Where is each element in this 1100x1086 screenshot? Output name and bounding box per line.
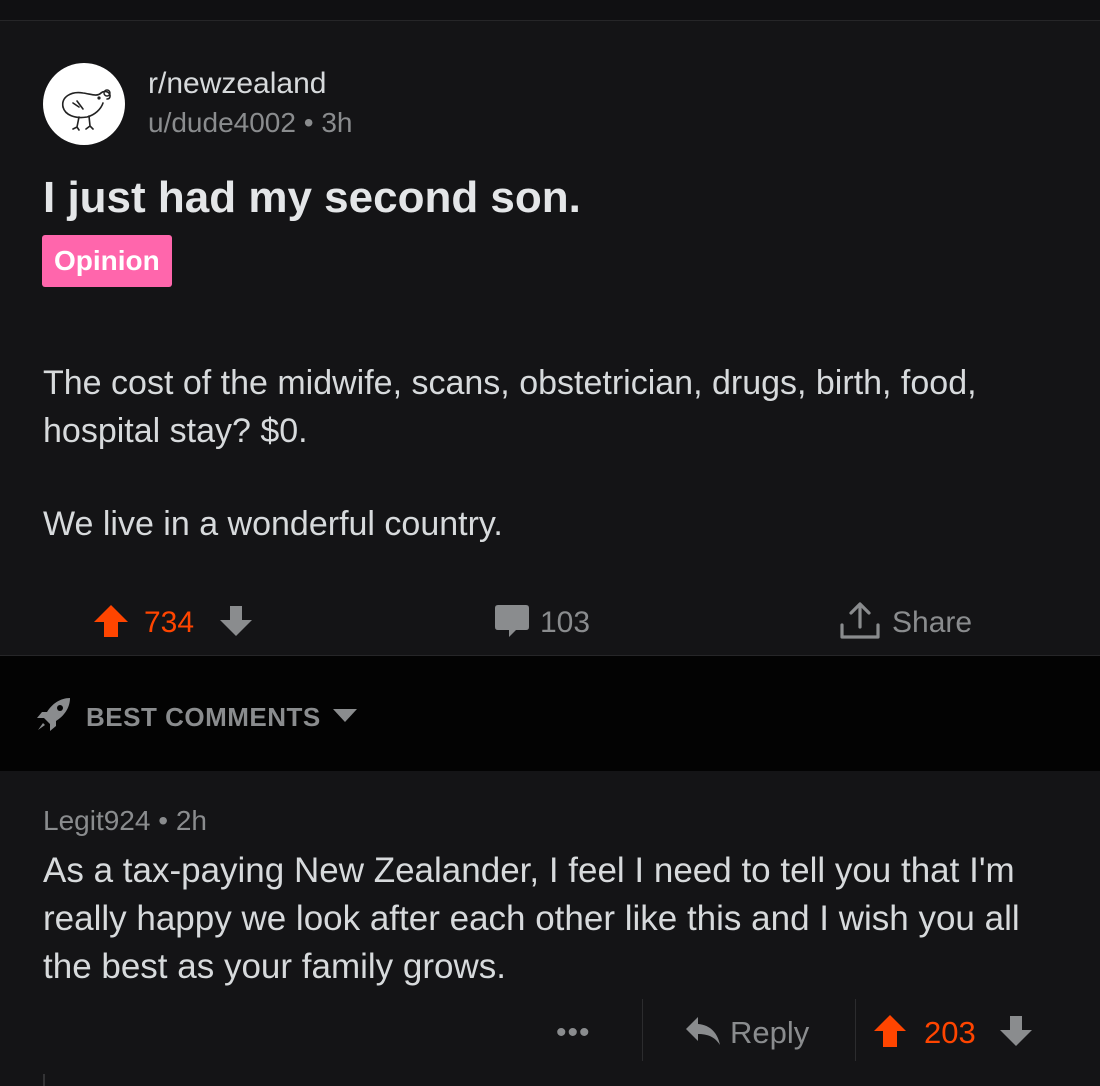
subreddit-name[interactable]: r/newzealand (148, 67, 326, 101)
meta-separator: • (303, 107, 314, 138)
share-label: Share (892, 606, 973, 639)
comment-author[interactable]: Legit924 (43, 805, 150, 836)
comment-bubble-icon (494, 603, 530, 644)
share-button[interactable]: Share (838, 601, 973, 646)
post-body-paragraph: The cost of the midwife, scans, obstetri… (43, 364, 977, 450)
flair-badge[interactable]: Opinion (42, 235, 172, 287)
comment-score: 203 (924, 1015, 976, 1050)
reply-label: Reply (730, 1015, 810, 1050)
comment-body: As a tax-paying New Zealander, I feel I … (43, 851, 1020, 986)
post-body-paragraph: We live in a wonderful country. (43, 505, 503, 543)
action-divider (855, 999, 856, 1061)
comments-button[interactable]: 103 (494, 603, 590, 643)
caret-down-icon (331, 706, 359, 729)
meta-separator: • (158, 805, 169, 836)
post-meta: u/dude4002 • 3h (148, 107, 352, 139)
comment-sort-bar: BEST COMMENTS (0, 655, 1100, 772)
post-vote-controls: 734 (92, 603, 254, 643)
top-divider (0, 0, 1100, 21)
comment-count: 103 (540, 606, 591, 639)
thread-line (43, 1074, 45, 1086)
upvote-icon[interactable] (872, 1013, 908, 1054)
downvote-icon[interactable] (218, 604, 254, 643)
rocket-icon (34, 696, 72, 739)
post-author[interactable]: u/dude4002 (148, 107, 296, 138)
more-options-button[interactable]: ••• (556, 1013, 591, 1053)
reply-arrow-icon (684, 1014, 722, 1053)
post-age: 3h (321, 107, 353, 138)
post-card: r/newzealand u/dude4002 • 3h I just had … (0, 21, 1100, 654)
sort-selector[interactable]: BEST COMMENTS (34, 696, 359, 739)
downvote-icon[interactable] (998, 1014, 1034, 1053)
post-score: 734 (144, 606, 195, 639)
comment-meta: Legit924 • 2h (43, 805, 207, 837)
post-title: I just had my second son. (43, 173, 581, 222)
upvote-icon[interactable] (92, 603, 130, 644)
comment-age: 2h (175, 805, 207, 836)
comment: Legit924 • 2h As a tax-paying New Zealan… (0, 771, 1100, 1086)
action-divider (642, 999, 643, 1061)
share-icon (838, 601, 882, 646)
subreddit-avatar-icon[interactable] (43, 63, 125, 145)
sort-label: BEST COMMENTS (86, 702, 321, 732)
comment-vote-controls: 203 (872, 1013, 1034, 1053)
reply-button[interactable]: Reply (684, 1013, 809, 1053)
